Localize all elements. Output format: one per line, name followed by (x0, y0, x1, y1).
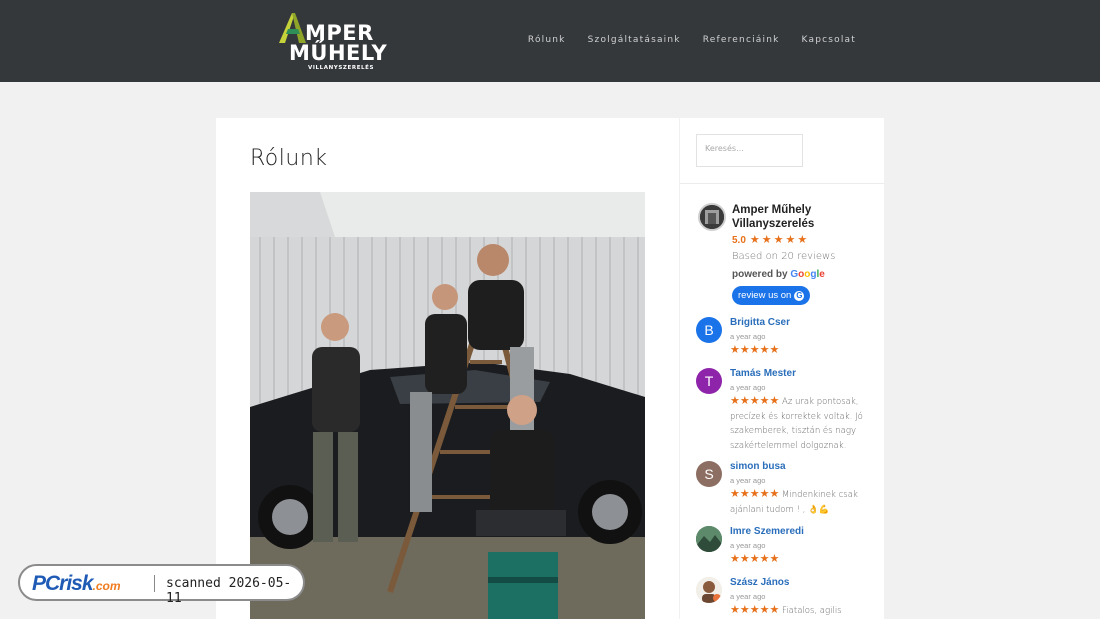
star-icon: ★ (761, 234, 772, 246)
reviewer-avatar-photo (696, 526, 722, 552)
team-photo-illustration (250, 192, 645, 619)
scan-date-label: scanned 2026-05-11 (166, 576, 292, 606)
page-title: Rólunk (250, 146, 328, 171)
star-icon: ★ (773, 234, 784, 246)
star-icon: ★★★★★ (730, 603, 780, 616)
pcrisk-logo: PCrisk.com (32, 572, 121, 596)
main-nav: Rólunk Szolgáltatásaink Referenciáink Ka… (528, 35, 856, 45)
star-icon: ★ (797, 234, 808, 246)
review-body: ★★★★★ Az urak pontosak, precízek és korr… (730, 395, 870, 453)
pcrisk-watermark: PCrisk.com scanned 2026-05-11 (18, 564, 305, 606)
site-logo[interactable]: MPER MŰHELY VILLANYSZERELÉS (277, 10, 389, 72)
person-icon (696, 577, 722, 603)
powered-by-google: powered by Google (732, 269, 825, 280)
sidebar-divider (680, 183, 884, 184)
review-time: a year ago (730, 383, 766, 392)
review-body: ★★★★★ Mindenkinek csak ajánlani tudom ! … (730, 488, 870, 517)
reviewer-avatar: S (696, 461, 722, 487)
rating-value: 5.0 (732, 235, 746, 246)
business-rating: 5.0 ★ ★ ★ ★ ★ (732, 234, 808, 247)
search-input[interactable]: Keresés... (696, 134, 803, 167)
reviewer-avatar: B (696, 317, 722, 343)
nav-item-kapcsolat[interactable]: Kapcsolat (802, 35, 856, 45)
amper-logo-icon (279, 13, 306, 43)
review-body: ★★★★★ (730, 344, 870, 359)
nav-item-rolunk[interactable]: Rólunk (528, 35, 566, 45)
reviewer-name[interactable]: Brigitta Cser (730, 317, 790, 328)
pcrisk-domain: .com (92, 579, 121, 593)
review-us-label: review us on (738, 290, 792, 301)
review-body: ★★★★★ (730, 553, 870, 568)
reviewer-avatar-photo (696, 577, 722, 603)
review-us-button[interactable]: review us on G (732, 286, 811, 305)
business-avatar (698, 203, 726, 231)
reviewer-avatar: T (696, 368, 722, 394)
nav-item-szolgaltatasaink[interactable]: Szolgáltatásaink (588, 35, 681, 45)
storefront-icon (700, 205, 724, 229)
main-content: Rólunk (216, 118, 679, 619)
review-time: a year ago (730, 541, 766, 550)
review-time: a year ago (730, 476, 766, 485)
star-icon: ★★★★★ (730, 487, 780, 500)
star-icon: ★★★★★ (730, 394, 780, 407)
review-text: Fiatalos, agilis (782, 606, 842, 616)
star-icon: ★★★★★ (730, 343, 780, 356)
google-icon: G (794, 290, 805, 301)
review-count: Based on 20 reviews (732, 251, 836, 262)
star-icon: ★ (749, 234, 760, 246)
logo-text-bottom: VILLANYSZERELÉS (308, 65, 375, 71)
watermark-separator (154, 575, 155, 592)
logo-text-middle: MŰHELY (289, 41, 388, 65)
reviewer-name[interactable]: Tamás Mester (730, 368, 796, 379)
reviewer-name[interactable]: Szász János (730, 577, 789, 588)
reviewer-name[interactable]: simon busa (730, 461, 786, 472)
sidebar: Keresés... Amper Műhely Villanyszerelés … (680, 118, 884, 619)
star-icon: ★ (785, 234, 796, 246)
review-time: a year ago (730, 592, 766, 601)
review-body: ★★★★★ Fiatalos, agilis (730, 604, 870, 619)
star-icon: ★★★★★ (730, 552, 780, 565)
google-logo: Google (790, 269, 825, 280)
site-header: MPER MŰHELY VILLANYSZERELÉS Rólunk Szolg… (0, 0, 1100, 82)
pcrisk-brand: PCrisk (32, 572, 94, 595)
nav-item-referenciaink[interactable]: Referenciáink (703, 35, 780, 45)
reviewer-name[interactable]: Imre Szemeredi (730, 526, 804, 537)
team-photo (250, 192, 645, 619)
review-time: a year ago (730, 332, 766, 341)
business-name[interactable]: Amper Műhely Villanyszerelés (732, 203, 872, 231)
powered-by-text: powered by (732, 269, 788, 280)
landscape-icon (696, 526, 722, 552)
